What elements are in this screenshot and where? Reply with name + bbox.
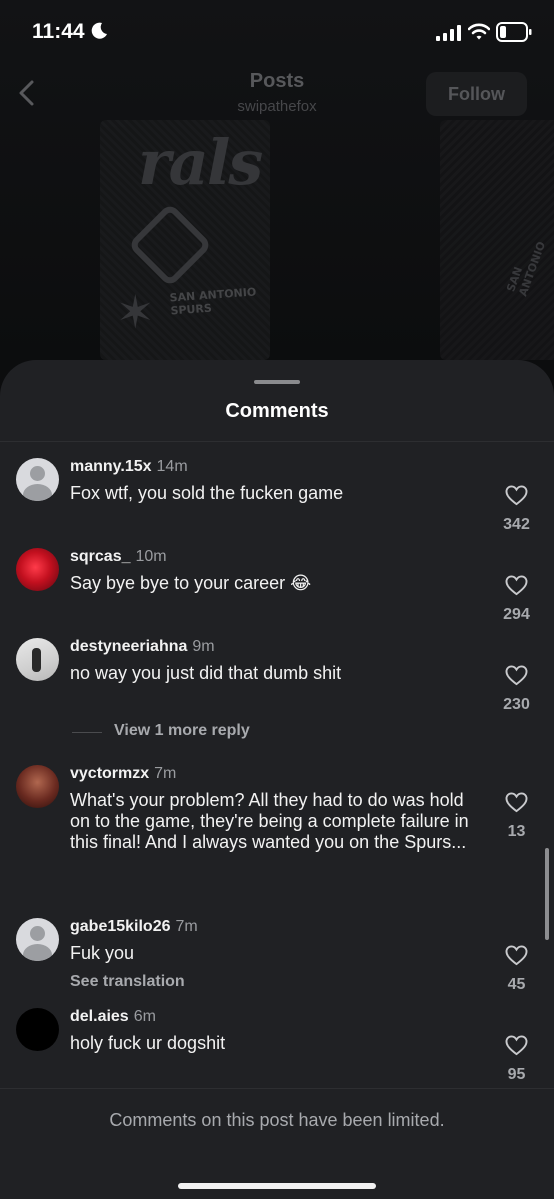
- avatar[interactable]: [16, 548, 59, 591]
- avatar[interactable]: [16, 458, 59, 501]
- scrollbar-thumb[interactable]: [545, 848, 549, 940]
- comment-username[interactable]: del.aies: [70, 1008, 129, 1025]
- see-translation-link[interactable]: See translation: [70, 973, 185, 991]
- comment-username-line[interactable]: vyctormzx 7m: [70, 765, 176, 783]
- avatar[interactable]: [16, 1008, 59, 1051]
- heart-icon[interactable]: [505, 1035, 528, 1056]
- comment-text: Say bye bye to your career 😂: [70, 573, 312, 593]
- divider: [0, 441, 554, 442]
- status-time: 11:44: [32, 20, 85, 43]
- comment-username-line[interactable]: del.aies 6m: [70, 1008, 156, 1026]
- follow-button[interactable]: Follow: [426, 72, 527, 116]
- view-replies-line: [72, 732, 102, 733]
- heart-icon[interactable]: [505, 575, 528, 596]
- home-indicator[interactable]: [178, 1183, 376, 1189]
- like-count: 45: [507, 976, 526, 993]
- avatar[interactable]: [16, 638, 59, 681]
- comment-username[interactable]: gabe15kilo26: [70, 918, 171, 935]
- like-count: 13: [507, 823, 526, 840]
- jersey-right-image: SAN ANTONIO: [440, 120, 554, 360]
- like-count: 230: [503, 696, 530, 713]
- battery-icon: [496, 22, 532, 42]
- spur-star-icon: ✶: [116, 286, 155, 338]
- divider: [0, 1088, 554, 1089]
- comment-text: Fox wtf, you sold the fucken game: [70, 483, 344, 503]
- comment-age: 10m: [135, 548, 167, 565]
- comment-username[interactable]: vyctormzx: [70, 765, 149, 782]
- comment-username[interactable]: manny.15x: [70, 458, 152, 475]
- comments-limited-note: Comments on this post have been limited.: [109, 1110, 445, 1130]
- comments-title: Comments: [225, 400, 329, 422]
- comment-age: 9m: [192, 638, 215, 655]
- comment-username-line[interactable]: manny.15x 14m: [70, 458, 188, 476]
- jersey-script-text: rals: [138, 126, 263, 199]
- post-header: Posts swipathefox Follow: [0, 64, 554, 124]
- comment-username[interactable]: destyneeriahna: [70, 638, 187, 655]
- comment-username-line[interactable]: gabe15kilo26 7m: [70, 918, 198, 936]
- comment-username-line[interactable]: sqrcas_ 10m: [70, 548, 167, 566]
- comment-age: 6m: [133, 1008, 156, 1025]
- comment-age: 7m: [154, 765, 177, 782]
- jersey-right-brand-text: SAN ANTONIO: [504, 239, 549, 298]
- spur-logo: [127, 202, 213, 288]
- comment-text: Fuk you: [70, 943, 135, 963]
- status-bar: 11:44: [0, 0, 554, 64]
- comment-text: no way you just did that dumb shit: [70, 663, 342, 683]
- wifi-icon: [468, 23, 490, 40]
- comments-sheet: Comments manny.15x 14m Fox wtf, you sold …: [0, 360, 554, 1199]
- view-more-replies-button[interactable]: View 1 more reply: [114, 722, 250, 740]
- moon-icon: [91, 22, 107, 39]
- like-count: 95: [507, 1066, 526, 1083]
- comment-age: 14m: [156, 458, 188, 475]
- avatar[interactable]: [16, 918, 59, 961]
- heart-icon[interactable]: [505, 485, 528, 506]
- jersey-brand-text: SAN ANTONIO SPURS: [169, 285, 257, 318]
- avatar[interactable]: [16, 765, 59, 808]
- jersey-left-image: rals ✶ SAN ANTONIO SPURS: [100, 120, 270, 360]
- heart-icon[interactable]: [505, 665, 528, 686]
- comment-age: 7m: [175, 918, 198, 935]
- signal-icon: [436, 25, 461, 41]
- comment-username[interactable]: sqrcas_: [70, 548, 131, 565]
- sheet-grabber[interactable]: [254, 380, 300, 384]
- heart-icon[interactable]: [505, 945, 528, 966]
- like-count: 294: [503, 606, 530, 623]
- like-count: 342: [503, 516, 530, 533]
- comment-text: What's your problem? All they had to do …: [70, 790, 469, 852]
- comment-username-line[interactable]: destyneeriahna 9m: [70, 638, 215, 656]
- comment-text: holy fuck ur dogshit: [70, 1033, 226, 1053]
- heart-icon[interactable]: [505, 792, 528, 813]
